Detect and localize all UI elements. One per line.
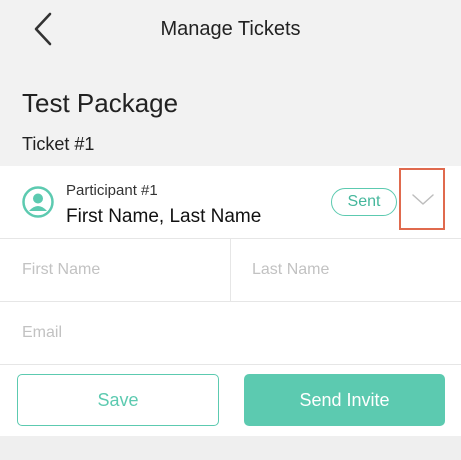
participant-row: Participant #1 First Name, Last Name Sen… xyxy=(0,166,461,239)
last-name-field[interactable] xyxy=(232,239,461,301)
name-fields-row xyxy=(0,239,461,302)
email-row xyxy=(0,302,461,365)
expand-toggle-button[interactable] xyxy=(399,168,445,230)
status-badge: Sent xyxy=(331,188,397,216)
save-button[interactable]: Save xyxy=(17,374,219,426)
ticket-label: Ticket #1 xyxy=(22,134,95,154)
send-invite-button[interactable]: Send Invite xyxy=(244,374,445,426)
avatar xyxy=(22,186,54,218)
user-avatar-icon xyxy=(22,186,54,218)
bottom-strip xyxy=(0,436,461,460)
participant-name: First Name, Last Name xyxy=(66,206,262,227)
manage-tickets-screen: Manage Tickets Test Package Ticket #1 Pa… xyxy=(0,0,461,460)
top-bar: Manage Tickets xyxy=(0,0,461,62)
first-name-field[interactable] xyxy=(0,239,231,301)
page-title: Manage Tickets xyxy=(160,18,301,40)
ticket-card: Participant #1 First Name, Last Name Sen… xyxy=(0,166,461,436)
participant-label: Participant #1 xyxy=(66,182,158,199)
package-title: Test Package xyxy=(22,88,179,118)
email-field[interactable] xyxy=(0,302,461,364)
chevron-down-icon xyxy=(412,194,434,205)
